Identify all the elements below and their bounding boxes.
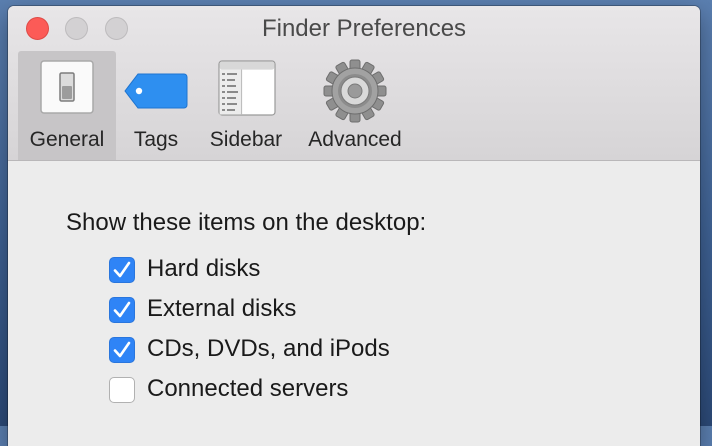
checkmark-icon (113, 301, 131, 318)
toolbar-tab-advanced-label: Advanced (308, 128, 402, 151)
toolbar-tab-tags-label: Tags (133, 128, 179, 151)
checkmark-icon (113, 261, 131, 278)
general-pane: Show these items on the desktop: Hard di… (8, 161, 700, 446)
sidebar-icon (218, 60, 276, 121)
toolbar-tab-tags[interactable]: Tags (120, 51, 192, 160)
external-disks-checkbox[interactable] (109, 297, 135, 323)
toolbar-tab-sidebar[interactable]: Sidebar (202, 51, 290, 160)
connected-servers-checkbox[interactable] (109, 377, 135, 403)
connected-servers-label: Connected servers (147, 375, 349, 402)
toolbar-tab-general-label: General (29, 128, 105, 151)
cds-dvds-ipods-checkbox[interactable] (109, 337, 135, 363)
hard-disks-checkbox[interactable] (109, 257, 135, 283)
window-title: Finder Preferences (261, 15, 467, 42)
checkmark-icon (113, 341, 131, 358)
desktop-items-heading: Show these items on the desktop: (66, 209, 427, 236)
tag-icon (124, 73, 188, 114)
toolbar-tab-advanced[interactable]: Advanced (298, 51, 412, 160)
title-bar: Finder Preferences General Tags Sidebar … (8, 6, 700, 161)
finder-preferences-window: Finder Preferences General Tags Sidebar … (8, 6, 700, 446)
toolbar-tab-sidebar-label: Sidebar (209, 128, 283, 151)
cds-dvds-ipods-label: CDs, DVDs, and iPods (147, 335, 390, 362)
general-switch-icon (40, 60, 94, 119)
hard-disks-label: Hard disks (147, 255, 261, 282)
gear-icon (322, 58, 388, 129)
toolbar-tab-general[interactable]: General (18, 51, 116, 160)
external-disks-label: External disks (147, 295, 297, 322)
